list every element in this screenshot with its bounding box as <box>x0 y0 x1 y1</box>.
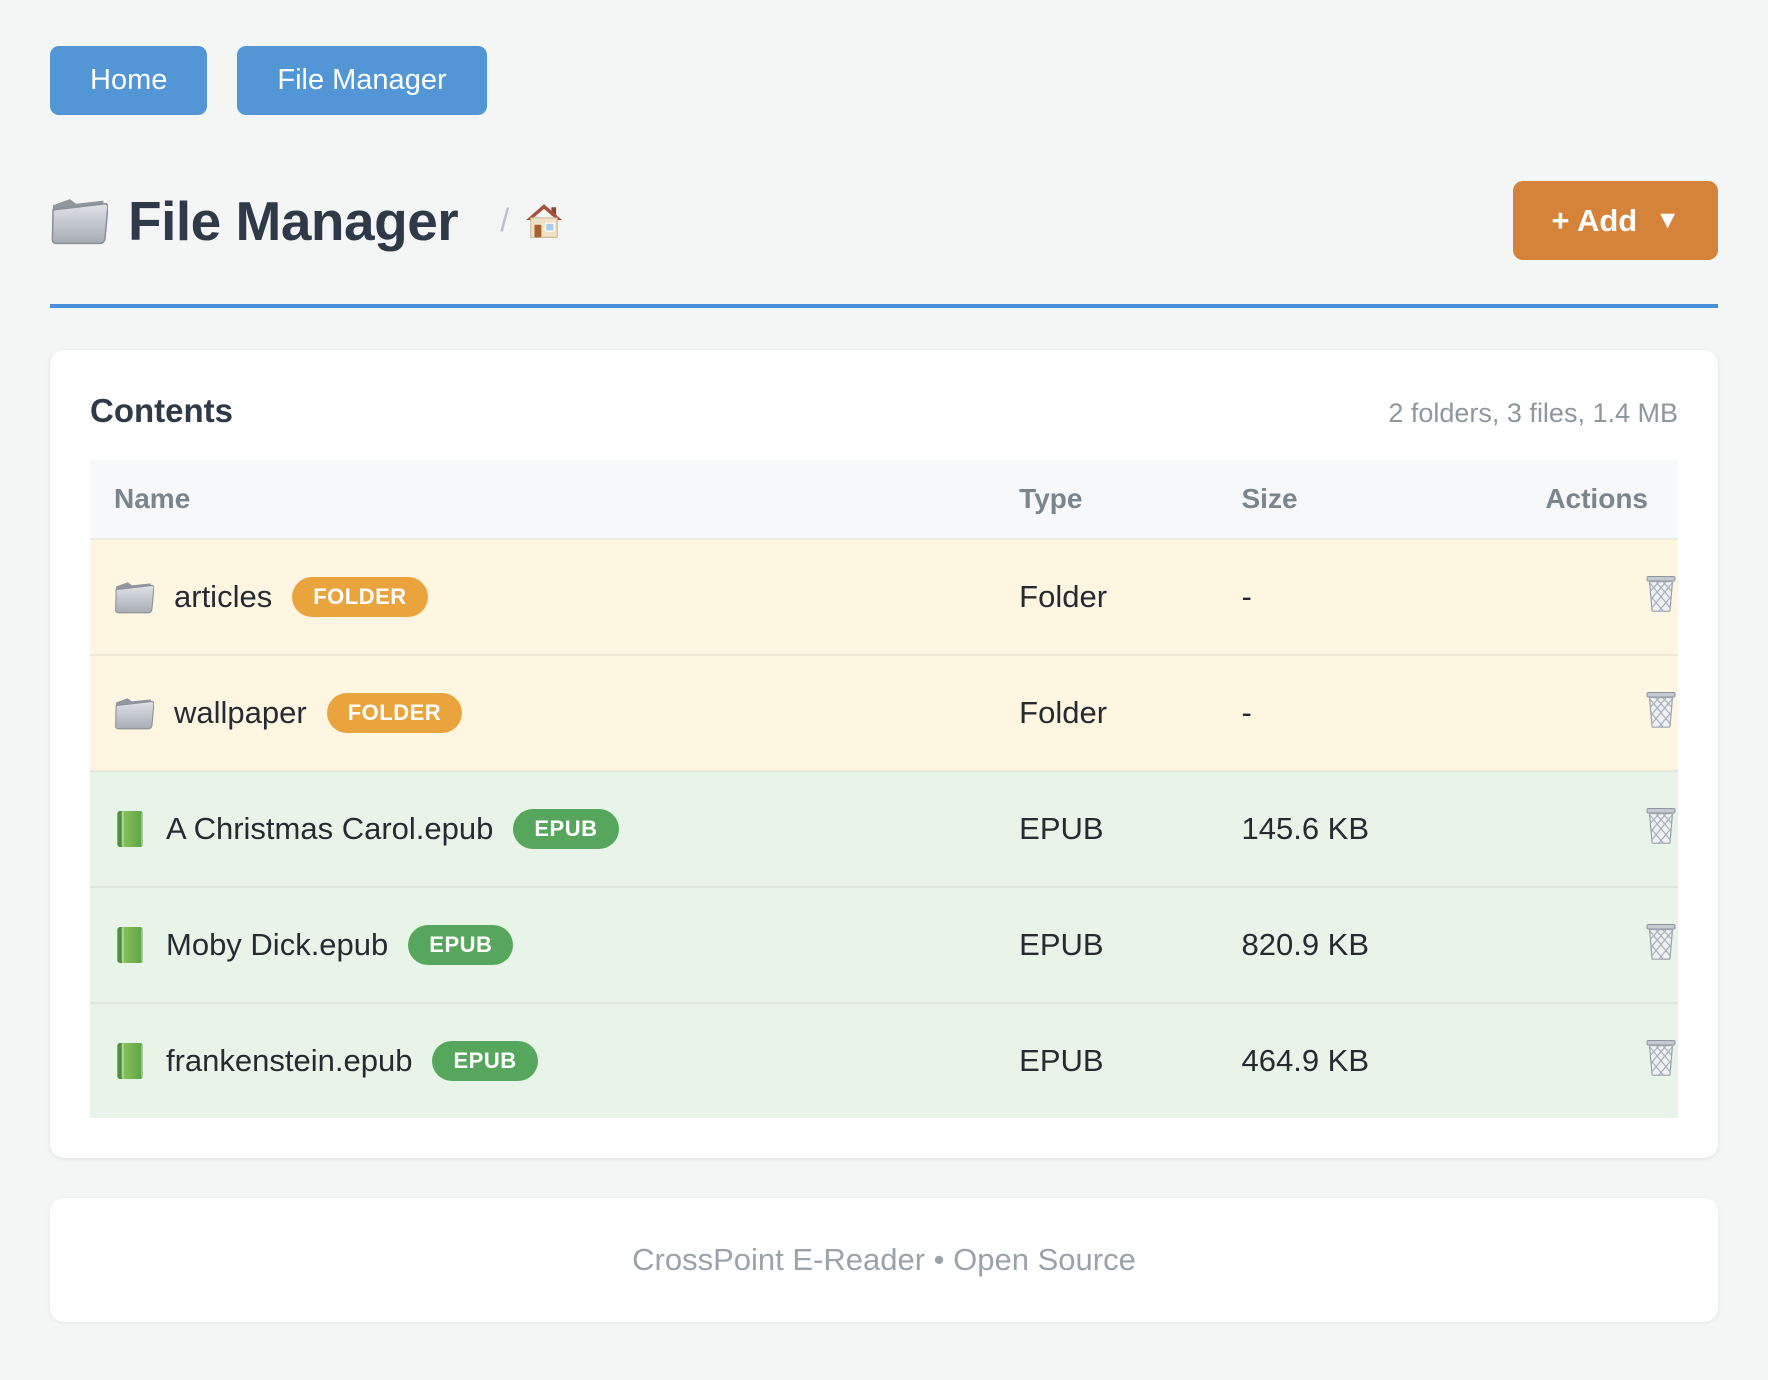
column-header-actions: Actions <box>1503 460 1678 539</box>
file-size-cell: 145.6 KB <box>1217 771 1503 887</box>
delete-button[interactable] <box>1644 574 1678 615</box>
table-row: articles FOLDER Folder - <box>90 539 1678 655</box>
file-type-badge: FOLDER <box>292 577 427 617</box>
delete-button[interactable] <box>1644 806 1678 847</box>
file-type-cell: Folder <box>995 539 1217 655</box>
table-row: wallpaper FOLDER Folder - <box>90 655 1678 771</box>
page-header: File Manager / + Add ▼ <box>50 181 1718 260</box>
table-row: frankenstein.epub EPUB EPUB 464.9 KB <box>90 1003 1678 1118</box>
contents-card-header: Contents 2 folders, 3 files, 1.4 MB <box>90 392 1678 430</box>
nav-file-manager-button[interactable]: File Manager <box>237 46 486 115</box>
file-size-cell: - <box>1217 655 1503 771</box>
breadcrumb-separator: / <box>500 202 509 239</box>
file-manager-page: Home File Manager File Manager / <box>0 0 1768 1322</box>
nav-home-button[interactable]: Home <box>50 46 207 115</box>
file-type-cell: EPUB <box>995 771 1217 887</box>
column-header-name: Name <box>90 460 995 539</box>
footer: CrossPoint E-Reader • Open Source <box>50 1198 1718 1322</box>
delete-button[interactable] <box>1644 690 1678 731</box>
contents-heading: Contents <box>90 392 233 430</box>
contents-table: Name Type Size Actions articles <box>90 460 1678 1118</box>
add-button-label: + Add <box>1551 205 1637 236</box>
trash-icon <box>1644 806 1678 844</box>
caret-down-icon: ▼ <box>1655 208 1680 233</box>
column-header-size: Size <box>1217 460 1503 539</box>
table-row: A Christmas Carol.epub EPUB EPUB 145.6 K… <box>90 771 1678 887</box>
file-name-link[interactable]: articles <box>174 579 272 615</box>
green-book-icon <box>114 810 146 848</box>
file-type-cell: Folder <box>995 655 1217 771</box>
file-size-cell: 820.9 KB <box>1217 887 1503 1003</box>
delete-button[interactable] <box>1644 922 1678 963</box>
contents-card: Contents 2 folders, 3 files, 1.4 MB Name… <box>50 350 1718 1158</box>
file-name-link[interactable]: wallpaper <box>174 695 307 731</box>
green-book-icon <box>114 1042 146 1080</box>
green-book-icon <box>114 926 146 964</box>
footer-text: CrossPoint E-Reader • Open Source <box>632 1242 1136 1277</box>
contents-summary: 2 folders, 3 files, 1.4 MB <box>1388 398 1678 429</box>
file-type-badge: EPUB <box>432 1041 537 1081</box>
file-name-link[interactable]: frankenstein.epub <box>166 1043 412 1079</box>
file-type-badge: FOLDER <box>327 693 462 733</box>
file-type-cell: EPUB <box>995 887 1217 1003</box>
table-row: Moby Dick.epub EPUB EPUB 820.9 KB <box>90 887 1678 1003</box>
table-header-row: Name Type Size Actions <box>90 460 1678 539</box>
breadcrumb: / <box>500 202 563 239</box>
folder-icon <box>50 196 108 245</box>
trash-icon <box>1644 690 1678 728</box>
column-header-type: Type <box>995 460 1217 539</box>
house-icon[interactable] <box>525 203 563 239</box>
file-size-cell: 464.9 KB <box>1217 1003 1503 1118</box>
file-name-link[interactable]: A Christmas Carol.epub <box>166 811 493 847</box>
file-name-link[interactable]: Moby Dick.epub <box>166 927 388 963</box>
trash-icon <box>1644 922 1678 960</box>
file-type-badge: EPUB <box>408 925 513 965</box>
trash-icon <box>1644 574 1678 612</box>
add-button[interactable]: + Add ▼ <box>1513 181 1718 260</box>
trash-icon <box>1644 1038 1678 1076</box>
file-type-badge: EPUB <box>513 809 618 849</box>
delete-button[interactable] <box>1644 1038 1678 1079</box>
page-title: File Manager <box>128 189 458 253</box>
folder-icon <box>114 580 154 614</box>
top-nav: Home File Manager <box>50 46 1718 115</box>
header-divider <box>50 304 1718 308</box>
file-type-cell: EPUB <box>995 1003 1217 1118</box>
folder-icon <box>114 696 154 730</box>
file-size-cell: - <box>1217 539 1503 655</box>
